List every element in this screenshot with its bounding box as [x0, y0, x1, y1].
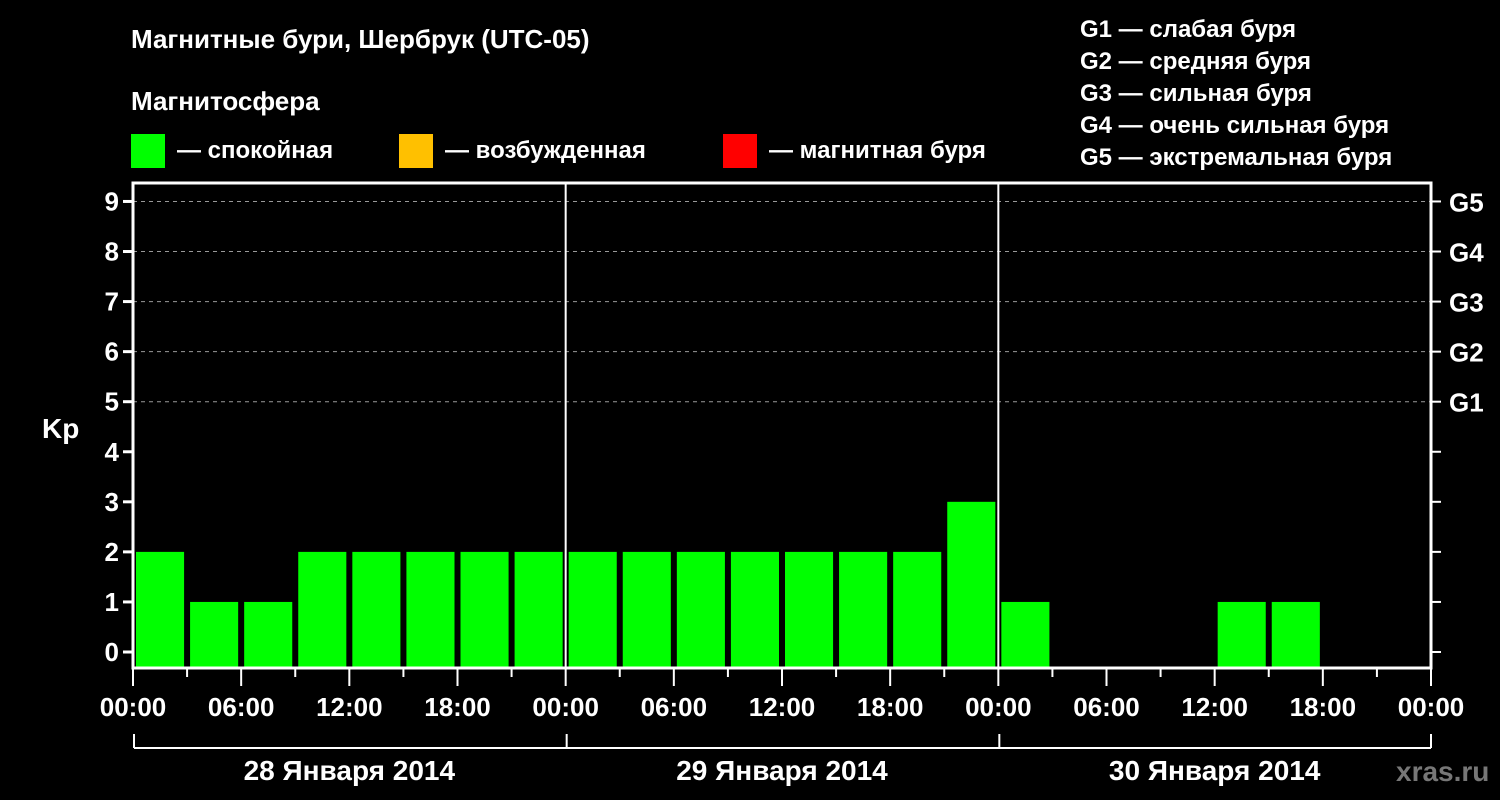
x-tick-label: 00:00	[965, 692, 1032, 722]
kp-bar	[947, 501, 996, 668]
y-tick-label: 9	[105, 186, 119, 216]
kp-bar	[406, 551, 455, 668]
x-tick-label: 06:00	[1073, 692, 1140, 722]
x-tick-label: 18:00	[424, 692, 491, 722]
y-axis-label: Kp	[42, 413, 79, 444]
kp-bar	[785, 551, 834, 668]
x-tick-label: 00:00	[532, 692, 599, 722]
x-tick-label: 12:00	[749, 692, 816, 722]
g-level-label: G3	[1449, 288, 1484, 318]
y-tick-label: 2	[105, 537, 119, 567]
kp-bar	[893, 551, 942, 668]
kp-bar	[460, 551, 509, 668]
kp-bar	[676, 551, 725, 668]
g-level-label: G1	[1449, 388, 1484, 418]
x-tick-label: 00:00	[100, 692, 167, 722]
kp-bar	[190, 601, 239, 668]
y-tick-label: 4	[105, 437, 120, 467]
kp-bar	[136, 551, 185, 668]
kp-bar	[244, 601, 293, 668]
y-tick-label: 3	[105, 487, 119, 517]
kp-bar	[1271, 601, 1320, 668]
kp-bar	[839, 551, 888, 668]
kp-bar	[1217, 601, 1266, 668]
y-tick-label: 7	[105, 287, 119, 317]
kp-bar	[298, 551, 347, 668]
kp-bar	[1001, 601, 1050, 668]
y-tick-label: 5	[105, 387, 119, 417]
g-level-label: G4	[1449, 238, 1484, 268]
x-tick-label: 06:00	[208, 692, 275, 722]
y-tick-label: 1	[105, 587, 119, 617]
kp-bar	[514, 551, 563, 668]
x-tick-label: 18:00	[857, 692, 924, 722]
x-tick-label: 12:00	[1181, 692, 1248, 722]
x-tick-label: 00:00	[1398, 692, 1465, 722]
g-level-label: G2	[1449, 338, 1484, 368]
kp-bar	[352, 551, 401, 668]
date-label: 29 Января 2014	[676, 755, 888, 786]
kp-bar	[568, 551, 617, 668]
x-tick-label: 06:00	[641, 692, 708, 722]
date-label: 28 Января 2014	[244, 755, 456, 786]
g-level-label: G5	[1449, 187, 1484, 217]
kp-chart: 0 1 2 3 4 5 6 7 8 9 G1 G2 G3 G4 G5 Kp 00:00 06:00 12:00 18:…	[42, 181, 1484, 786]
y-tick-label: 8	[105, 237, 119, 267]
y-tick-label: 6	[105, 337, 119, 367]
x-tick-label: 12:00	[316, 692, 383, 722]
y-tick-label: 0	[105, 637, 119, 667]
x-tick-label: 18:00	[1290, 692, 1357, 722]
date-label: 30 Января 2014	[1109, 755, 1321, 786]
kp-bar	[730, 551, 779, 668]
kp-bar	[622, 551, 671, 668]
